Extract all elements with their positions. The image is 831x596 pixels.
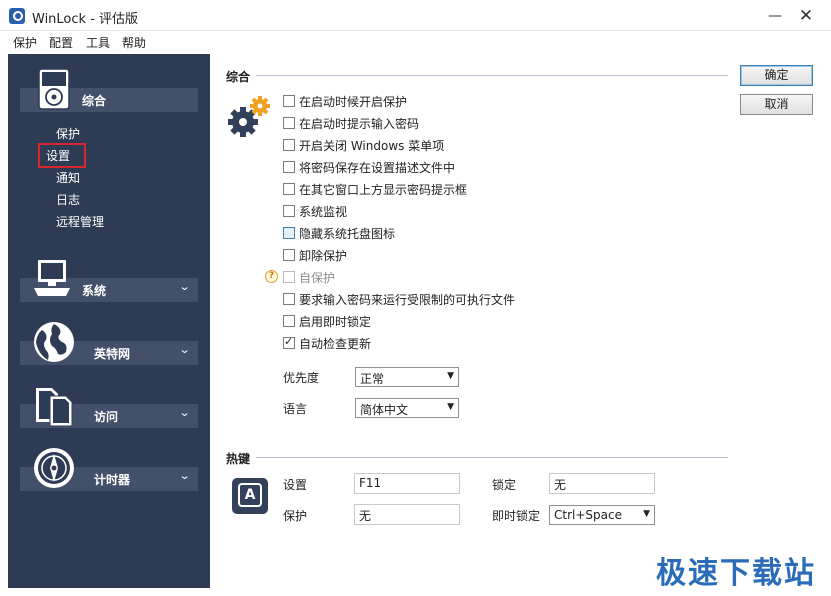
keyboard-key-icon: A — [232, 478, 268, 514]
option-protect-on-startup[interactable]: 在启动时候开启保护 — [283, 93, 407, 109]
sidebar: 综合 保护 设置 通知 日志 远程管理 系统 ⌄ 英特网 ⌄ 访问 ⌄ 计时器 … — [8, 54, 210, 588]
sidebar-category-label: 综合 — [82, 94, 107, 108]
option-label: 系统监视 — [299, 204, 348, 219]
checkbox[interactable] — [283, 161, 295, 173]
checkbox[interactable] — [283, 227, 295, 239]
app-icon — [9, 8, 25, 24]
dropdown-arrow-icon: ▼ — [643, 509, 650, 519]
option-label: 自保护 — [299, 270, 336, 285]
hotkey-lock-label: 锁定 — [492, 478, 517, 492]
settings-gears-icon — [228, 96, 270, 137]
hotkey-instant-lock-label: 即时锁定 — [492, 509, 541, 523]
checkbox[interactable] — [283, 315, 295, 327]
option-label: 卸除保护 — [299, 248, 348, 263]
hotkey-instant-lock-value: Ctrl+Space — [554, 508, 622, 522]
menu-help[interactable]: 帮助 — [122, 34, 146, 51]
checkbox[interactable] — [283, 139, 295, 151]
checkbox[interactable] — [283, 249, 295, 261]
option-password-prompt-on-top[interactable]: 在其它窗口上方显示密码提示框 — [283, 181, 467, 197]
option-uninstall-protection[interactable]: 卸除保护 — [283, 247, 347, 263]
dropdown-arrow-icon: ▼ — [447, 402, 454, 412]
hotkey-lock-value: 无 — [554, 478, 567, 492]
globe-icon — [34, 322, 74, 362]
help-icon[interactable]: ? — [265, 270, 278, 283]
compass-icon — [34, 448, 74, 488]
language-label: 语言 — [283, 402, 308, 416]
option-password-for-restricted-exe[interactable]: 要求输入密码来运行受限制的可执行文件 — [283, 291, 515, 307]
option-system-monitor[interactable]: 系统监视 — [283, 203, 347, 219]
option-label: 自动检查更新 — [299, 336, 372, 351]
divider — [256, 457, 728, 458]
menu-config[interactable]: 配置 — [49, 34, 73, 51]
option-label: 在其它窗口上方显示密码提示框 — [299, 182, 468, 197]
chevron-down-icon: ⌄ — [178, 343, 191, 356]
sidebar-item-remote[interactable]: 远程管理 — [56, 213, 104, 230]
option-auto-check-updates[interactable]: 自动检查更新 — [283, 335, 371, 351]
sidebar-category-label: 英特网 — [94, 347, 131, 361]
option-label: 在启动时提示输入密码 — [299, 116, 420, 131]
hotkey-settings-label: 设置 — [283, 478, 308, 492]
close-button[interactable]: ✕ — [793, 5, 819, 27]
ok-button[interactable]: 确定 — [740, 65, 813, 86]
hotkey-protect-value: 无 — [359, 509, 372, 523]
checkbox — [283, 271, 295, 283]
checkbox[interactable] — [283, 293, 295, 305]
option-label: 要求输入密码来运行受限制的可执行文件 — [299, 292, 516, 307]
cancel-button[interactable]: 取消 — [740, 94, 813, 115]
checkbox[interactable] — [283, 117, 295, 129]
divider — [256, 75, 728, 76]
option-label: 启用即时锁定 — [299, 314, 372, 329]
option-label: 隐藏系统托盘图标 — [299, 226, 396, 241]
option-hide-tray-icon[interactable]: 隐藏系统托盘图标 — [283, 225, 395, 241]
option-self-protection: 自保护 — [283, 269, 335, 285]
hotkey-instant-lock-select[interactable]: Ctrl+Space ▼ — [549, 505, 655, 525]
chevron-down-icon: ⌄ — [178, 406, 191, 419]
hotkey-protect-label: 保护 — [283, 509, 308, 523]
watermark: 极速下载站 — [656, 556, 816, 591]
menu-tools[interactable]: 工具 — [86, 34, 110, 51]
sidebar-item-notify[interactable]: 通知 — [56, 169, 80, 186]
sidebar-item-log[interactable]: 日志 — [56, 191, 80, 208]
section-title-hotkeys: 热键 — [226, 452, 251, 466]
option-password-on-startup[interactable]: 在启动时提示输入密码 — [283, 115, 419, 131]
language-select[interactable]: 简体中文 ▼ — [355, 398, 459, 418]
language-value: 简体中文 — [360, 403, 409, 417]
chevron-down-icon: ⌄ — [178, 469, 191, 482]
option-label: 在启动时候开启保护 — [299, 94, 408, 109]
ipod-icon — [38, 68, 70, 110]
checkbox[interactable] — [283, 335, 295, 349]
window-title: WinLock - 评估版 — [32, 12, 139, 27]
checkbox[interactable] — [283, 205, 295, 217]
menu-bar: 保护 配置 工具 帮助 — [0, 31, 831, 53]
chevron-down-icon: ⌄ — [178, 280, 191, 293]
key-letter: A — [238, 483, 262, 507]
sidebar-item-protect[interactable]: 保护 — [56, 125, 80, 142]
documents-icon — [36, 388, 73, 427]
section-title-general: 综合 — [226, 70, 251, 84]
dropdown-arrow-icon: ▼ — [447, 371, 454, 381]
hotkey-protect-input[interactable]: 无 — [354, 504, 460, 525]
sidebar-item-settings[interactable]: 设置 — [37, 143, 87, 168]
option-label: 将密码保存在设置描述文件中 — [299, 160, 456, 175]
option-label: 开启关闭 Windows 菜单项 — [299, 138, 445, 153]
sidebar-category-label: 访问 — [94, 410, 119, 424]
checkbox[interactable] — [283, 95, 295, 107]
sidebar-category-label: 计时器 — [94, 473, 131, 487]
computer-icon — [34, 260, 70, 296]
title-bar: WinLock - 评估版 — ✕ — [0, 0, 831, 31]
sidebar-category-label: 系统 — [82, 284, 107, 298]
minimize-button[interactable]: — — [762, 5, 788, 27]
menu-protect[interactable]: 保护 — [13, 34, 37, 51]
hotkey-lock-input[interactable]: 无 — [549, 473, 655, 494]
checkbox[interactable] — [283, 183, 295, 195]
hotkey-settings-input[interactable]: F11 — [354, 473, 460, 494]
option-windows-menu-item[interactable]: 开启关闭 Windows 菜单项 — [283, 137, 444, 153]
priority-value: 正常 — [360, 372, 385, 386]
priority-select[interactable]: 正常 ▼ — [355, 367, 459, 387]
hotkey-settings-value: F11 — [359, 476, 382, 490]
option-save-password-in-profile[interactable]: 将密码保存在设置描述文件中 — [283, 159, 455, 175]
option-enable-instant-lock[interactable]: 启用即时锁定 — [283, 313, 371, 329]
priority-label: 优先度 — [283, 371, 320, 385]
